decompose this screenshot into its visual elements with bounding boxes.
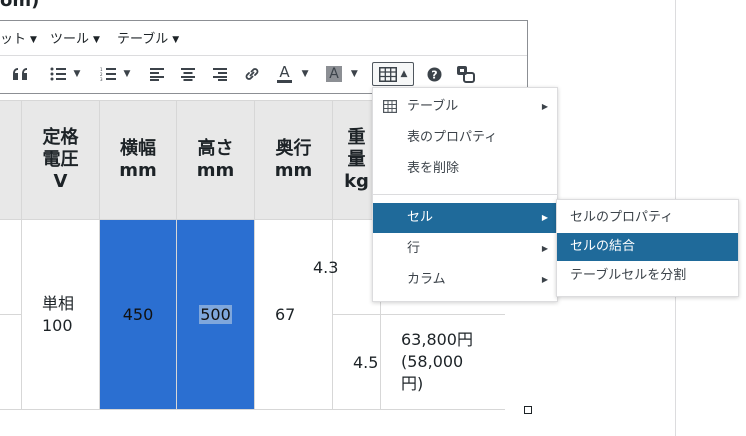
table-header-cell[interactable]: 奥行 mm bbox=[254, 100, 333, 220]
cell-text: 4.3 bbox=[313, 257, 339, 277]
table-cell-selected[interactable]: 450 bbox=[99, 219, 177, 410]
menu-item-row[interactable]: 行 ▶ bbox=[373, 234, 557, 264]
menu-item-label: カラム bbox=[407, 272, 446, 287]
menu-item-label: テーブルセルを分割 bbox=[570, 268, 687, 283]
menu-item-label: 表を削除 bbox=[407, 161, 460, 176]
text-color-button[interactable]: A ▼ bbox=[273, 62, 313, 86]
svg-text:3: 3 bbox=[100, 77, 103, 81]
chevron-right-icon: ▶ bbox=[541, 275, 548, 284]
table-cell[interactable]: 4.5 bbox=[332, 314, 381, 410]
chevron-right-icon: ▶ bbox=[541, 213, 548, 222]
table-cell[interactable] bbox=[0, 219, 22, 315]
align-center-icon[interactable] bbox=[177, 62, 199, 86]
table-header-cell[interactable]: 横幅 mm bbox=[99, 100, 177, 220]
table-header-cell[interactable]: 高さ mm bbox=[176, 100, 255, 220]
menu-item-label: セル bbox=[407, 210, 434, 225]
quote-icon[interactable] bbox=[10, 62, 32, 86]
selected-text: 500 bbox=[199, 305, 232, 324]
menu-tools[interactable]: ツール ▼ bbox=[50, 28, 100, 47]
menu-item-label: セルの結合 bbox=[570, 239, 636, 254]
menu-item-label: 行 bbox=[407, 241, 421, 256]
menu-item-label: セルのプロパティ bbox=[570, 210, 674, 225]
table-icon bbox=[383, 100, 397, 113]
align-left-icon[interactable] bbox=[146, 62, 168, 86]
background-color-icon: A bbox=[326, 66, 342, 82]
table-header-cell[interactable]: 定格 電圧 V bbox=[21, 100, 100, 220]
numbered-list-button[interactable]: 123 ▼ bbox=[96, 62, 134, 86]
menu-item-table-properties[interactable]: 表のプロパティ bbox=[373, 123, 557, 153]
resize-handle[interactable] bbox=[524, 406, 532, 414]
bullet-list-icon bbox=[50, 67, 66, 81]
chevron-down-icon: ▼ bbox=[123, 69, 131, 79]
submenu-item-split-cell[interactable]: テーブルセルを分割 bbox=[557, 262, 738, 290]
table-cell[interactable] bbox=[0, 314, 22, 410]
background-color-button[interactable]: A ▼ bbox=[322, 62, 362, 86]
menu-item-cell[interactable]: セル ▶ bbox=[373, 203, 557, 233]
chevron-down-icon: ▼ bbox=[73, 69, 81, 79]
table-cell[interactable]: 67 bbox=[254, 219, 333, 410]
menu-divider bbox=[373, 194, 557, 195]
menu-item-column[interactable]: カラム ▶ bbox=[373, 265, 557, 295]
chevron-down-icon: ▼ bbox=[350, 69, 358, 79]
submenu-item-cell-properties[interactable]: セルのプロパティ bbox=[557, 204, 738, 232]
table-cell-selected[interactable]: 500 bbox=[176, 219, 255, 410]
table-dropdown-menu: テーブル ▶ 表のプロパティ 表を削除 セル ▶ 行 ▶ カラム ▶ bbox=[372, 87, 558, 302]
special-chars-icon[interactable] bbox=[454, 62, 478, 86]
table-icon bbox=[378, 66, 397, 82]
link-icon[interactable] bbox=[241, 62, 263, 86]
bullet-list-button[interactable]: ▼ bbox=[46, 62, 84, 86]
menu-item-delete-table[interactable]: 表を削除 bbox=[373, 154, 557, 184]
text-color-icon: A bbox=[277, 63, 292, 83]
menu-format[interactable]: ット ▼ bbox=[0, 28, 37, 47]
menu-item-table[interactable]: テーブル ▶ bbox=[373, 92, 557, 122]
chevron-right-icon: ▶ bbox=[541, 244, 548, 253]
menu-table[interactable]: テーブル ▼ bbox=[117, 28, 179, 47]
menu-item-label: テーブル bbox=[407, 99, 459, 114]
chevron-right-icon: ▶ bbox=[541, 102, 548, 111]
menu-item-label: 表のプロパティ bbox=[407, 130, 498, 145]
table-header-cell[interactable] bbox=[0, 100, 22, 220]
chevron-down-icon: ▼ bbox=[301, 69, 309, 79]
table-cell[interactable]: 単相 100 bbox=[21, 219, 100, 410]
toolbar-divider bbox=[0, 55, 527, 56]
table-cell[interactable]: 63,800円 (58,000 円) bbox=[380, 314, 505, 410]
page-title-fragment: om) bbox=[0, 0, 40, 11]
chevron-up-icon: ▲ bbox=[400, 69, 408, 79]
cell-submenu: セルのプロパティ セルの結合 テーブルセルを分割 bbox=[556, 199, 739, 297]
svg-text:?: ? bbox=[431, 68, 437, 81]
table-button[interactable]: ▲ bbox=[372, 62, 414, 86]
align-right-icon[interactable] bbox=[209, 62, 231, 86]
numbered-list-icon: 123 bbox=[100, 67, 116, 81]
submenu-item-merge-cells[interactable]: セルの結合 bbox=[557, 233, 738, 261]
help-icon[interactable]: ? bbox=[423, 62, 445, 86]
